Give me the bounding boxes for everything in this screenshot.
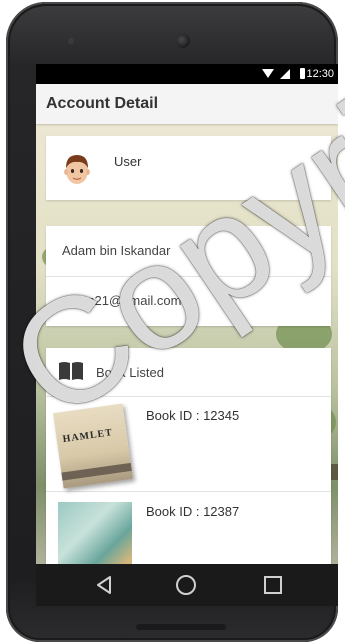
front-camera [176, 34, 190, 48]
book-id-label: Book ID : 12387 [146, 504, 240, 519]
signal-icon [280, 69, 290, 79]
book-cover-hamlet: HAMLET [53, 403, 133, 489]
account-info-card: Adam bin Iskandar adam21@gmail.com [46, 226, 331, 326]
account-email: adam21@gmail.com [62, 293, 182, 308]
status-bar: 12:30 [36, 64, 338, 84]
app-bar: Account Detail [36, 84, 338, 124]
cover-band [61, 462, 132, 481]
speaker-dot [68, 38, 74, 44]
account-name: Adam bin Iskandar [62, 243, 171, 258]
navigation-bar [36, 564, 338, 606]
back-icon[interactable] [96, 576, 112, 594]
bottom-grille [136, 624, 226, 630]
page-title: Account Detail [46, 95, 159, 112]
user-card[interactable]: User [46, 136, 331, 200]
book-id-label: Book ID : 12345 [146, 408, 240, 423]
phone-frame: 12:30 Account Detail User Adam bin Iskan… [6, 2, 338, 642]
books-header: Book Listed [46, 348, 331, 397]
home-icon[interactable] [176, 575, 196, 595]
avatar [64, 155, 90, 184]
books-header-label: Book Listed [96, 365, 164, 380]
status-time: 12:30 [306, 68, 334, 80]
name-row[interactable]: Adam bin Iskandar [46, 226, 331, 277]
wifi-icon [262, 69, 274, 78]
battery-icon [300, 68, 305, 79]
cover-title: HAMLET [62, 427, 114, 446]
user-label: User [114, 154, 142, 169]
open-book-icon [59, 362, 83, 380]
screen: 12:30 Account Detail User Adam bin Iskan… [36, 64, 338, 606]
proximity-sensor [292, 39, 312, 43]
recent-apps-icon[interactable] [264, 576, 282, 594]
book-list-item[interactable]: HAMLET Book ID : 12345 [46, 396, 331, 492]
email-row[interactable]: adam21@gmail.com [46, 276, 331, 326]
